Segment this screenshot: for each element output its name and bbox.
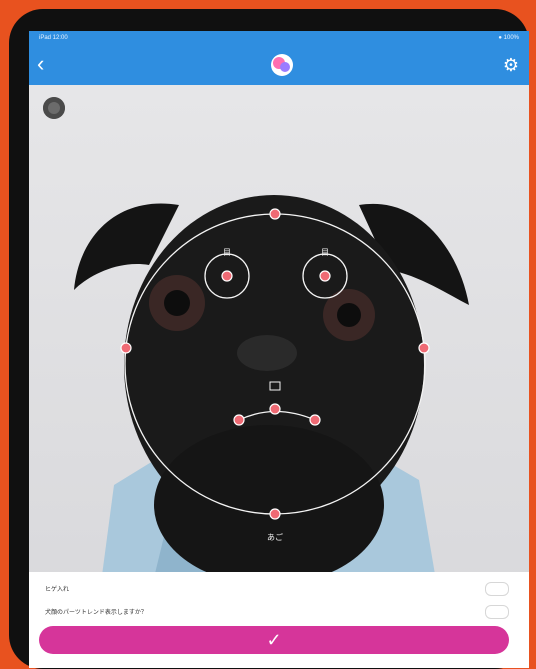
status-right: ● 100% bbox=[498, 35, 519, 41]
handle-left[interactable] bbox=[120, 342, 132, 354]
status-bar: iPad 12:00 ● 100% bbox=[29, 31, 529, 45]
pupil-left bbox=[164, 290, 190, 316]
status-left: iPad 12:00 bbox=[39, 35, 68, 41]
option-label-2: 犬顔のパーツトレンド表示しますか？ bbox=[45, 610, 147, 616]
app-screen: iPad 12:00 ● 100% ‹ ⚙ 目 目 あご ヒゲ入れ 犬顔のパーツ… bbox=[29, 31, 529, 668]
option-label-1: ヒゲ入れ bbox=[45, 587, 70, 593]
handle-eye-right[interactable] bbox=[319, 270, 331, 282]
dog-neck bbox=[154, 425, 384, 585]
handle-mouth-center[interactable] bbox=[269, 403, 281, 415]
gear-icon[interactable]: ⚙ bbox=[503, 55, 519, 75]
confirm-button[interactable]: ✓ bbox=[39, 626, 509, 654]
handle-eye-left[interactable] bbox=[221, 270, 233, 282]
handle-top[interactable] bbox=[269, 208, 281, 220]
handle-right[interactable] bbox=[418, 342, 430, 354]
back-icon[interactable]: ‹ bbox=[37, 51, 44, 77]
tablet-frame: iPad 12:00 ● 100% ‹ ⚙ 目 目 あご ヒゲ入れ 犬顔のパーツ… bbox=[9, 9, 529, 669]
eye-right-label: 目 bbox=[321, 248, 329, 257]
home-indicator-area bbox=[29, 662, 529, 668]
mode-toggle-button[interactable] bbox=[43, 97, 65, 119]
chin-label: あご bbox=[267, 532, 283, 542]
option-switch-2[interactable] bbox=[485, 605, 509, 619]
options-sheet: ヒゲ入れ 犬顔のパーツトレンド表示しますか？ ✓ bbox=[29, 572, 529, 668]
handle-mouth-right[interactable] bbox=[309, 414, 321, 426]
option-switch-1[interactable] bbox=[485, 582, 509, 596]
app-logo bbox=[271, 54, 293, 76]
dog-nose bbox=[237, 335, 297, 371]
nav-bar: ‹ ⚙ bbox=[29, 45, 529, 85]
photo-editor[interactable]: 目 目 あご bbox=[29, 85, 529, 598]
face-overlay: 目 目 あご bbox=[74, 195, 469, 598]
eye-left-label: 目 bbox=[223, 248, 231, 257]
handle-mouth-left[interactable] bbox=[233, 414, 245, 426]
pupil-right bbox=[337, 303, 361, 327]
handle-bottom[interactable] bbox=[269, 508, 281, 520]
check-icon: ✓ bbox=[266, 630, 282, 650]
